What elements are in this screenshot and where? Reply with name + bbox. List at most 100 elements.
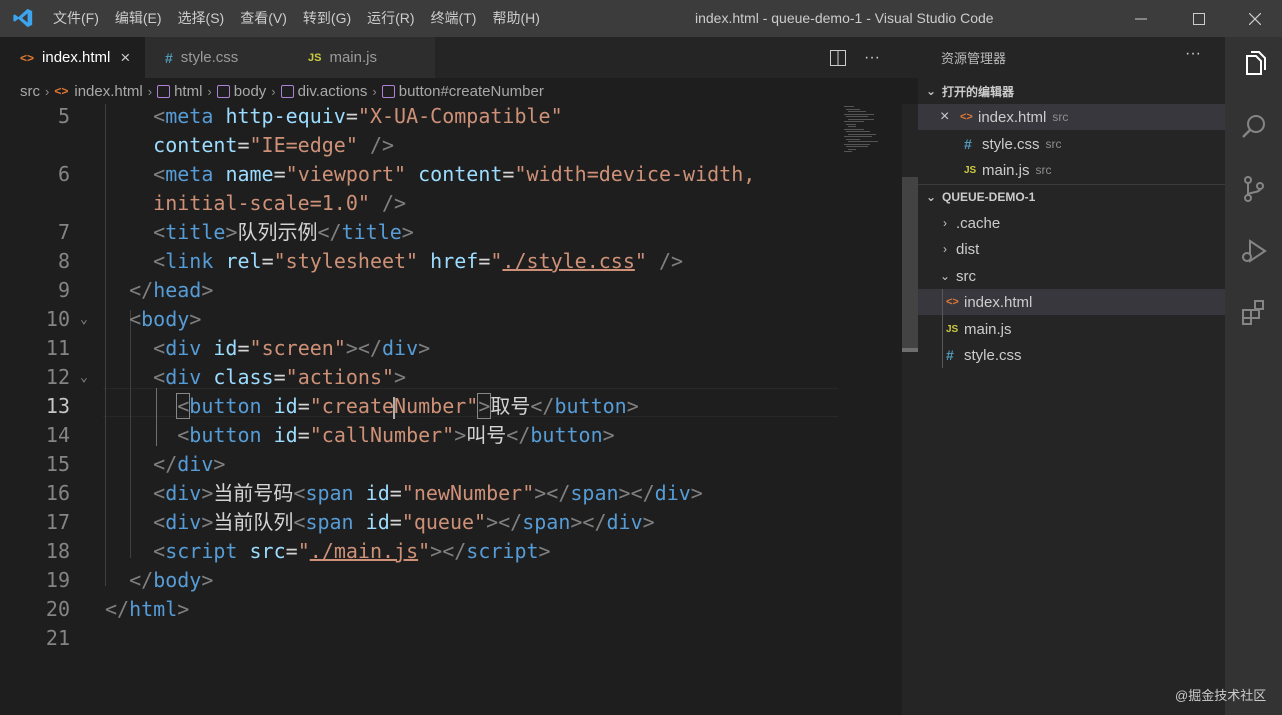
chevron-right-icon: › <box>147 83 153 99</box>
breadcrumb-item[interactable]: button#createNumber <box>399 83 544 100</box>
minimap-line <box>844 136 872 137</box>
code-text: <link rel="stylesheet" href="./style.css… <box>153 249 684 273</box>
split-editor-icon[interactable] <box>830 49 846 66</box>
window-title: index.html - queue-demo-1 - Visual Studi… <box>695 10 994 26</box>
breadcrumb-item[interactable]: body <box>234 83 267 100</box>
code-line[interactable]: initial-scale=1.0" /> <box>0 189 902 218</box>
tab-style-css[interactable]: # style.css <box>145 37 290 78</box>
menu-help[interactable]: 帮助(H) <box>484 0 547 37</box>
open-editors-header[interactable]: ⌄ 打开的编辑器 <box>918 78 1225 104</box>
open-editor-index-html[interactable]: × <> index.html src <box>918 104 1225 130</box>
file-name: main.js <box>982 161 1030 179</box>
code-line[interactable]: content="IE=edge" /> <box>0 131 902 160</box>
explorer-activity-button[interactable] <box>1225 37 1282 93</box>
code-line[interactable]: 5 <meta http-equiv="X-UA-Compatible" <box>0 104 902 131</box>
code-line[interactable]: 11 <div id="screen"></div> <box>0 334 902 363</box>
menu-edit[interactable]: 编辑(E) <box>107 0 170 37</box>
search-activity-button[interactable] <box>1225 99 1282 155</box>
breadcrumb: src › <> index.html › html › body › div.… <box>0 78 900 104</box>
tree-folder-cache[interactable]: › .cache <box>918 210 1225 236</box>
tab-main-js[interactable]: JS main.js <box>290 37 435 78</box>
menu-go[interactable]: 转到(G) <box>295 0 359 37</box>
minimap-line <box>846 131 870 132</box>
close-window-button[interactable] <box>1232 0 1278 37</box>
chevron-right-icon: › <box>271 83 276 99</box>
fold-chevron-icon[interactable]: ⌄ <box>80 363 88 392</box>
code-text: <button id="createNumber">取号</button> <box>176 393 639 419</box>
minimap-line <box>846 146 868 147</box>
file-folder: src <box>1045 137 1062 151</box>
minimap-line <box>848 148 856 150</box>
breadcrumb-item[interactable]: src <box>20 83 40 100</box>
close-icon[interactable]: × <box>940 108 960 126</box>
code-line[interactable]: 12 ⌄ <div class="actions"> <box>0 363 902 392</box>
more-actions-icon[interactable]: ··· <box>1185 45 1201 63</box>
code-line[interactable]: 14 <button id="callNumber">叫号</button> <box>0 421 902 450</box>
extensions-icon <box>1241 300 1264 325</box>
editor-scrollbar[interactable] <box>902 104 918 715</box>
code-text: <div>当前队列<span id="queue"></span></div> <box>153 510 655 534</box>
minimap[interactable] <box>840 104 902 164</box>
menu-view[interactable]: 查看(V) <box>232 0 295 37</box>
code-line[interactable]: 8 <link rel="stylesheet" href="./style.c… <box>0 247 902 276</box>
source-control-icon <box>1243 176 1264 202</box>
menu-file[interactable]: 文件(F) <box>45 0 107 37</box>
breadcrumb-item[interactable]: index.html <box>74 83 142 100</box>
scrollbar-thumb[interactable] <box>902 177 918 351</box>
tab-index-html[interactable]: <> index.html × <box>0 37 145 78</box>
open-editor-main-js[interactable]: JS main.js src <box>918 157 1225 183</box>
more-actions-icon[interactable]: ··· <box>864 49 880 67</box>
maximize-icon <box>1193 12 1205 25</box>
code-line[interactable]: 10 ⌄ <body> <box>0 305 902 334</box>
line-number: 5 <box>57 104 70 128</box>
code-editor[interactable]: 5 <meta http-equiv="X-UA-Compatible" con… <box>0 104 902 715</box>
tree-file-style-css[interactable]: # style.css <box>918 342 1225 368</box>
code-text: content="IE=edge" /> <box>153 133 395 157</box>
css-file-icon: # <box>165 49 173 66</box>
minimap-line <box>844 113 874 115</box>
files-icon <box>1245 51 1266 75</box>
minimize-button[interactable] <box>1118 0 1164 37</box>
code-line[interactable]: 7 <title>队列示例</title> <box>0 218 902 247</box>
code-line[interactable]: 9 </head> <box>0 276 902 305</box>
code-line[interactable]: 19 </body> <box>0 566 902 595</box>
code-line[interactable]: 17 <div>当前队列<span id="queue"></span></di… <box>0 508 902 537</box>
breadcrumb-item[interactable]: html <box>174 83 202 100</box>
chevron-right-icon: › <box>372 83 377 99</box>
close-icon[interactable]: × <box>120 48 130 68</box>
tree-file-index-html[interactable]: <> index.html <box>918 289 1225 315</box>
minimap-line <box>844 106 854 107</box>
line-number: 21 <box>45 626 70 650</box>
code-line[interactable]: 18 <script src="./main.js"></script> <box>0 537 902 566</box>
code-line[interactable]: 16 <div>当前号码<span id="newNumber"></span>… <box>0 479 902 508</box>
code-line[interactable]: 6 <meta name="viewport" content="width=d… <box>0 160 902 189</box>
minimap-line <box>846 123 856 125</box>
run-debug-icon <box>1241 239 1267 263</box>
run-debug-activity-button[interactable] <box>1225 223 1282 279</box>
code-line[interactable]: 21 <box>0 624 902 653</box>
menu-terminal[interactable]: 终端(T) <box>423 0 485 37</box>
tree-file-main-js[interactable]: JS main.js <box>918 316 1225 342</box>
maximize-button[interactable] <box>1176 0 1222 37</box>
extensions-activity-button[interactable] <box>1225 285 1282 341</box>
menu-run[interactable]: 运行(R) <box>359 0 422 37</box>
menu-selection[interactable]: 选择(S) <box>170 0 233 37</box>
code-line[interactable]: 20 </html> <box>0 595 902 624</box>
code-text: <div class="actions"> <box>153 365 407 389</box>
code-line[interactable]: 13 <button id="createNumber">取号</button> <box>0 392 902 421</box>
fold-chevron-icon[interactable]: ⌄ <box>80 305 88 334</box>
file-folder: src <box>1052 110 1069 124</box>
line-number: 20 <box>45 597 70 621</box>
source-control-activity-button[interactable] <box>1225 161 1282 217</box>
project-header[interactable]: ⌄ QUEUE-DEMO-1 <box>918 184 1225 210</box>
open-editor-style-css[interactable]: # style.css src <box>918 131 1225 157</box>
symbol-element-icon <box>216 84 230 98</box>
search-icon <box>1241 115 1265 138</box>
tree-folder-dist[interactable]: › dist <box>918 236 1225 262</box>
code-line[interactable]: 15 </div> <box>0 450 902 479</box>
tree-folder-src[interactable]: ⌄ src <box>918 263 1225 289</box>
breadcrumb-item[interactable]: div.actions <box>298 83 368 100</box>
file-name: index.html <box>964 293 1033 311</box>
html-file-icon: <> <box>20 50 35 65</box>
folder-name: src <box>956 267 976 285</box>
